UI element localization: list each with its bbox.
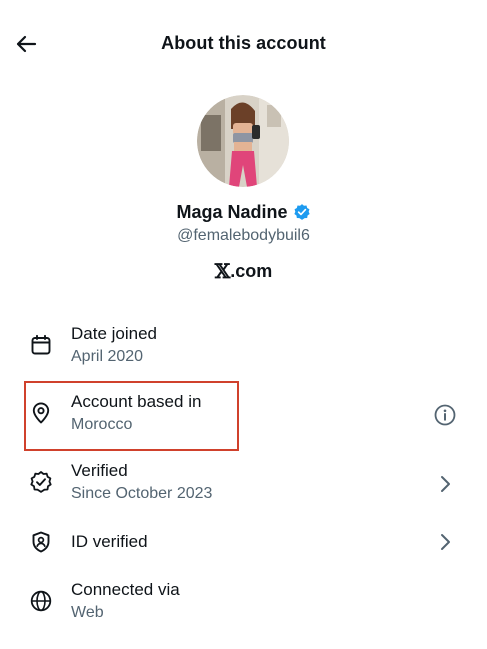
row-subtitle: Web	[71, 604, 104, 621]
highlight-box	[24, 381, 239, 451]
info-icon[interactable]	[432, 402, 458, 428]
globe-icon	[28, 588, 54, 614]
connected-site: 𝕏 .com	[0, 259, 487, 283]
verified-checkmark-icon	[293, 203, 311, 221]
row-title: Verified	[71, 461, 128, 480]
profile-handle: @femalebodybuil6	[177, 227, 310, 244]
chevron-right-icon	[432, 471, 458, 497]
app-header: About this account	[0, 0, 487, 90]
site-domain: .com	[230, 260, 273, 281]
row-title: Connected via	[71, 580, 180, 599]
row-title: Date joined	[71, 324, 158, 343]
row-subtitle: April 2020	[71, 348, 144, 365]
avatar[interactable]	[197, 95, 289, 187]
row-id-verified[interactable]: ID verified	[0, 526, 487, 586]
x-logo-icon: 𝕏	[214, 259, 231, 283]
verified-badge-icon	[28, 469, 54, 495]
row-connected-via: Connected via Web	[0, 578, 487, 638]
id-shield-icon	[28, 529, 54, 555]
display-name: Maga Nadine	[176, 201, 288, 222]
row-date-joined: Date joined April 2020	[0, 322, 487, 382]
row-verified[interactable]: Verified Since October 2023	[0, 459, 487, 519]
profile-name-row: Maga Nadine	[0, 200, 487, 224]
row-subtitle: Since October 2023	[71, 485, 213, 502]
page-title: About this account	[161, 33, 326, 53]
chevron-right-icon	[432, 529, 458, 555]
row-title: ID verified	[71, 532, 148, 551]
calendar-icon	[28, 332, 54, 358]
